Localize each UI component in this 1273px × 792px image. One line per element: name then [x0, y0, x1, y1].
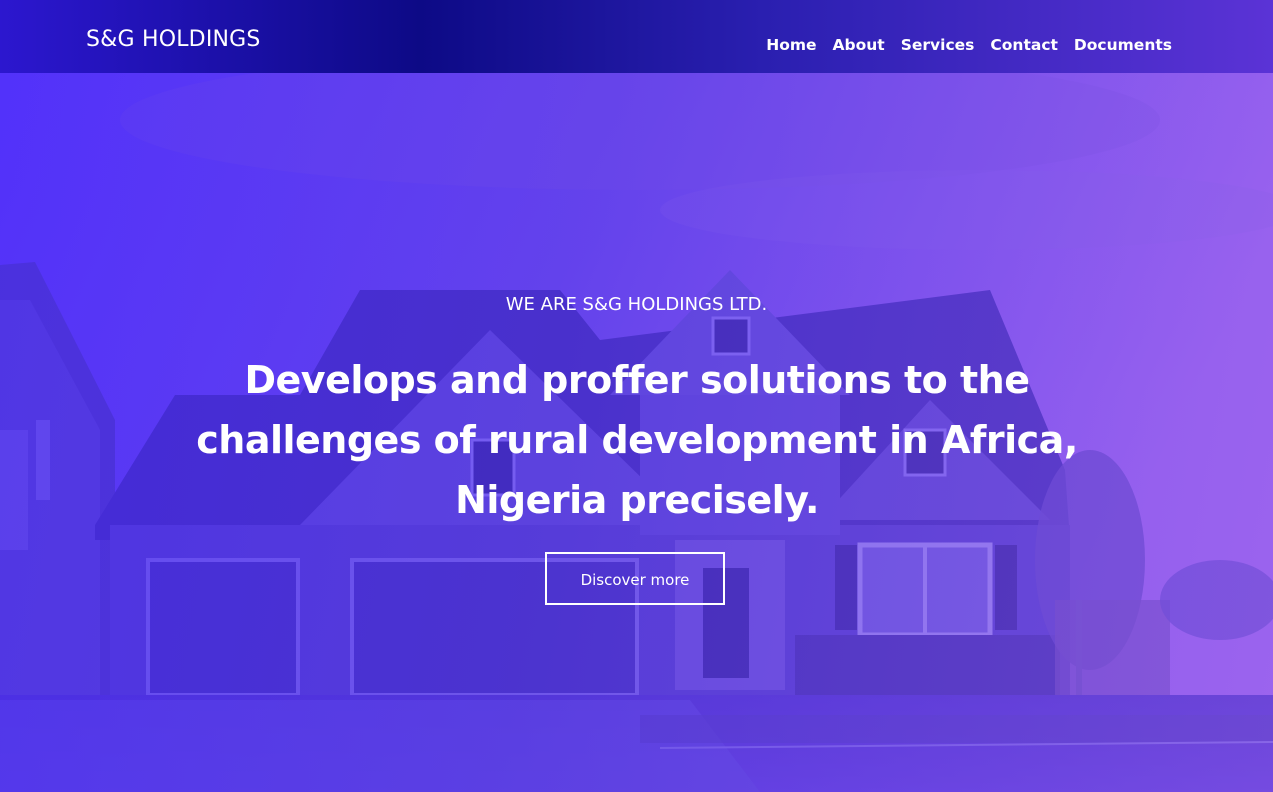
site-header: S&G HOLDINGS Home About Services Contact… [0, 0, 1273, 73]
nav-link-about[interactable]: About [833, 35, 885, 55]
nav-link-documents[interactable]: Documents [1074, 35, 1172, 55]
nav-link-contact[interactable]: Contact [990, 35, 1058, 55]
discover-more-button[interactable]: Discover more [545, 552, 725, 605]
hero-section: WE ARE S&G HOLDINGS LTD. Develops and pr… [0, 0, 1273, 792]
main-nav: Home About Services Contact Documents [766, 35, 1172, 55]
hero-headline: Develops and proffer solutions to the ch… [196, 358, 1078, 522]
nav-link-home[interactable]: Home [766, 35, 816, 55]
brand-logo[interactable]: S&G HOLDINGS [86, 26, 261, 54]
hero-eyebrow: WE ARE S&G HOLDINGS LTD. [505, 294, 768, 315]
page: S&G HOLDINGS Home About Services Contact… [0, 0, 1273, 792]
nav-link-services[interactable]: Services [901, 35, 975, 55]
